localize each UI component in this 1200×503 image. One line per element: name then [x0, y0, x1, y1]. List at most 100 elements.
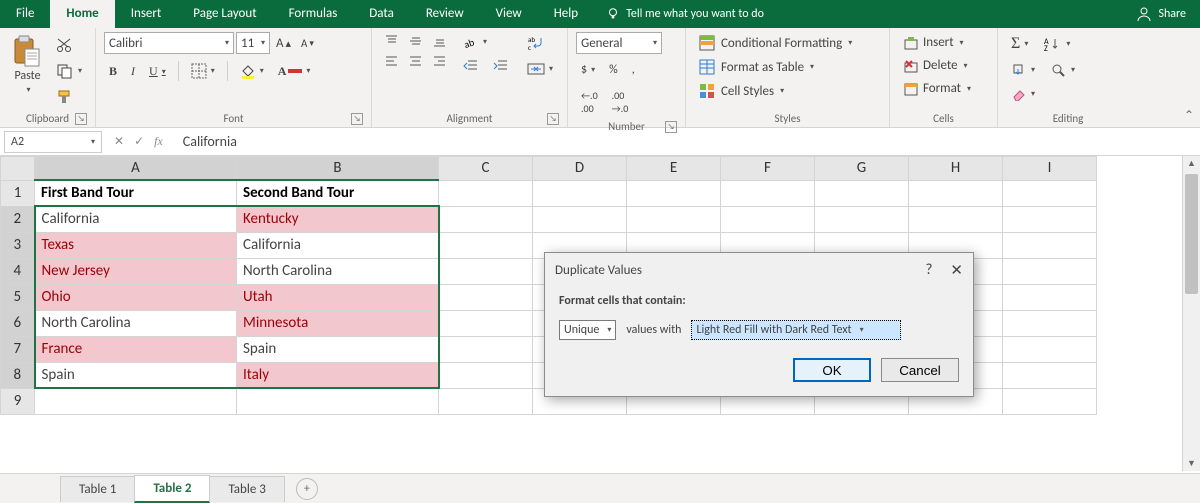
cell[interactable]: [35, 388, 237, 414]
row-header-1[interactable]: 1: [1, 180, 35, 206]
cell[interactable]: Spain: [35, 362, 237, 388]
cell[interactable]: [1003, 362, 1097, 388]
col-header-E[interactable]: E: [627, 157, 721, 181]
align-left-button[interactable]: [380, 52, 402, 70]
dialog-launcher-icon[interactable]: ↘: [351, 113, 363, 125]
col-header-C[interactable]: C: [439, 157, 533, 181]
cell[interactable]: [1003, 232, 1097, 258]
tab-formulas[interactable]: Formulas: [273, 0, 354, 28]
tab-data[interactable]: Data: [353, 0, 410, 28]
align-right-button[interactable]: [428, 52, 450, 70]
increase-decimal-button[interactable]: ←.0.00: [576, 86, 603, 118]
format-as-table-button[interactable]: Format as Table▾: [694, 56, 881, 78]
cell[interactable]: Minnesota: [237, 310, 439, 336]
cell[interactable]: [909, 206, 1003, 232]
select-all-corner[interactable]: [1, 157, 35, 181]
delete-cells-button[interactable]: Delete▾: [898, 55, 989, 76]
cell[interactable]: [439, 232, 533, 258]
cell[interactable]: [533, 206, 627, 232]
dialog-help-button[interactable]: ?: [925, 261, 932, 280]
cell[interactable]: [439, 336, 533, 362]
tab-review[interactable]: Review: [410, 0, 480, 28]
cell[interactable]: [1003, 336, 1097, 362]
font-color-button[interactable]: A▾: [273, 61, 316, 82]
col-header-F[interactable]: F: [721, 157, 815, 181]
fill-color-button[interactable]: ▾: [235, 60, 269, 82]
percent-button[interactable]: %: [604, 60, 623, 80]
format-select[interactable]: Light Red Fill with Dark Red Text▾: [691, 320, 901, 340]
cell[interactable]: [439, 206, 533, 232]
enter-formula-icon[interactable]: ✓: [134, 134, 144, 149]
tab-home[interactable]: Home: [50, 0, 114, 28]
col-header-A[interactable]: A: [35, 157, 237, 181]
condition-select[interactable]: Unique▾: [559, 320, 616, 340]
bold-button[interactable]: B: [104, 61, 122, 82]
cell[interactable]: First Band Tour: [35, 180, 237, 206]
cell[interactable]: [909, 180, 1003, 206]
cell-styles-button[interactable]: Cell Styles▾: [694, 80, 881, 102]
dialog-launcher-icon[interactable]: ↘: [75, 113, 87, 125]
sort-filter-button[interactable]: AZ▾: [1039, 33, 1075, 55]
insert-cells-button[interactable]: Insert▾: [898, 32, 989, 53]
scroll-thumb[interactable]: [1185, 174, 1198, 294]
font-size-combo[interactable]: 11▾: [236, 32, 270, 54]
cell[interactable]: [1003, 258, 1097, 284]
scroll-down-icon[interactable]: ▼: [1183, 458, 1200, 469]
row-header-2[interactable]: 2: [1, 206, 35, 232]
increase-indent-button[interactable]: [488, 56, 514, 76]
row-header-4[interactable]: 4: [1, 258, 35, 284]
fill-button[interactable]: ▾: [1006, 60, 1040, 80]
cell[interactable]: [439, 362, 533, 388]
tab-insert[interactable]: Insert: [115, 0, 178, 28]
cell[interactable]: [1003, 284, 1097, 310]
align-middle-button[interactable]: [404, 32, 426, 50]
format-cells-button[interactable]: Format▾: [898, 78, 989, 99]
cell[interactable]: [627, 180, 721, 206]
conditional-formatting-button[interactable]: Conditional Formatting▾: [694, 32, 881, 54]
cell[interactable]: California: [237, 232, 439, 258]
cell[interactable]: France: [35, 336, 237, 362]
align-center-button[interactable]: [404, 52, 426, 70]
wrap-text-button[interactable]: abc: [522, 32, 558, 54]
autosum-button[interactable]: Σ▾: [1006, 32, 1033, 56]
align-top-button[interactable]: [380, 32, 402, 50]
shrink-font-button[interactable]: A▾: [297, 36, 318, 51]
cell[interactable]: [721, 206, 815, 232]
dialog-close-button[interactable]: ✕: [950, 261, 963, 280]
clear-button[interactable]: ▾: [1006, 84, 1040, 104]
cell[interactable]: North Carolina: [237, 258, 439, 284]
align-bottom-button[interactable]: [428, 32, 450, 50]
share-button[interactable]: Share: [1122, 0, 1200, 28]
col-header-I[interactable]: I: [1003, 157, 1097, 181]
col-header-D[interactable]: D: [533, 157, 627, 181]
cancel-button[interactable]: Cancel: [881, 358, 959, 382]
cell[interactable]: [439, 284, 533, 310]
row-header-9[interactable]: 9: [1, 388, 35, 414]
vertical-scrollbar[interactable]: ▲ ▼: [1182, 156, 1200, 471]
cell[interactable]: [1003, 180, 1097, 206]
format-painter-button[interactable]: [51, 86, 87, 108]
tell-me-search[interactable]: Tell me what you want to do: [594, 0, 776, 28]
cell[interactable]: Spain: [237, 336, 439, 362]
borders-button[interactable]: ▾: [186, 60, 220, 82]
cell[interactable]: [439, 388, 533, 414]
sheet-tab-3[interactable]: Table 3: [209, 476, 284, 502]
dialog-launcher-icon[interactable]: ↘: [547, 113, 559, 125]
formula-input[interactable]: California: [175, 133, 1200, 150]
row-header-8[interactable]: 8: [1, 362, 35, 388]
cell[interactable]: Ohio: [35, 284, 237, 310]
cut-button[interactable]: [51, 34, 87, 56]
cell[interactable]: New Jersey: [35, 258, 237, 284]
cell[interactable]: [1003, 206, 1097, 232]
row-header-5[interactable]: 5: [1, 284, 35, 310]
new-sheet-button[interactable]: +: [296, 478, 318, 500]
tab-page-layout[interactable]: Page Layout: [177, 0, 272, 28]
cell[interactable]: Kentucky: [237, 206, 439, 232]
ok-button[interactable]: OK: [793, 358, 871, 382]
cell[interactable]: [237, 388, 439, 414]
collapse-ribbon-icon[interactable]: ⌃: [1184, 108, 1194, 123]
cell[interactable]: Texas: [35, 232, 237, 258]
cell[interactable]: [439, 258, 533, 284]
cell[interactable]: Italy: [237, 362, 439, 388]
cell[interactable]: North Carolina: [35, 310, 237, 336]
